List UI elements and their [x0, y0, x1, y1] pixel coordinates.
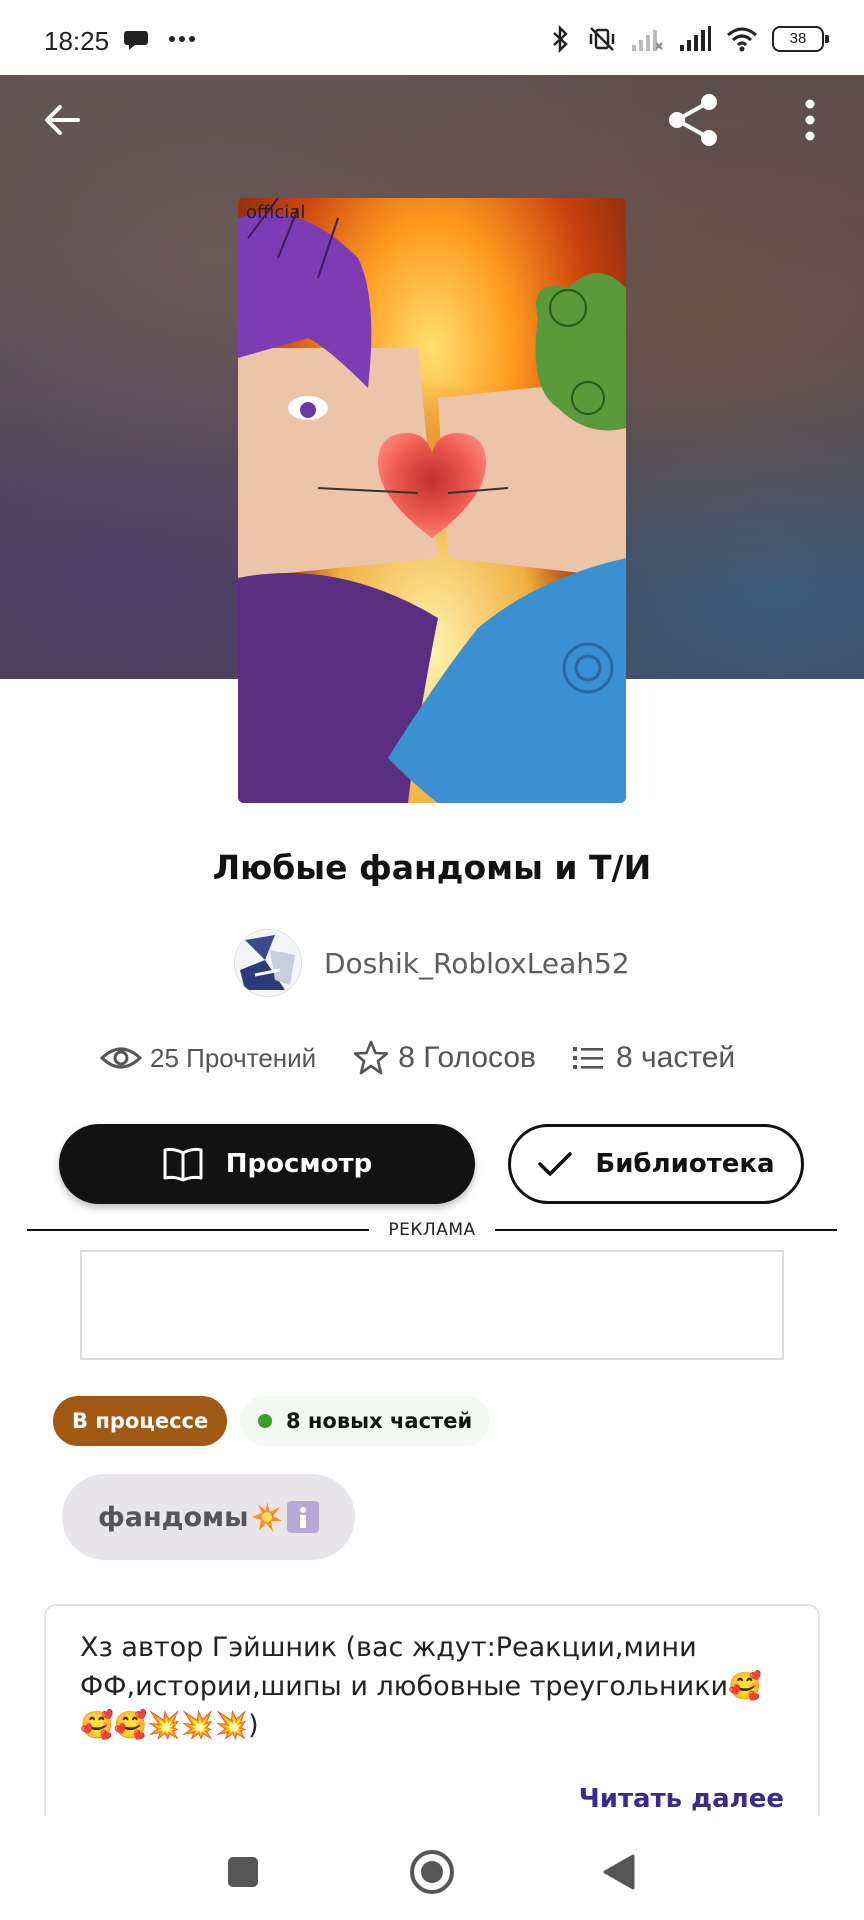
- parts-count: 8 частей: [616, 1041, 736, 1074]
- back-button[interactable]: [34, 92, 90, 148]
- new-parts-badge: 8 новых частей: [240, 1396, 491, 1446]
- read-more-link[interactable]: Читать далее: [579, 1784, 784, 1814]
- new-dot-icon: [258, 1414, 272, 1428]
- home-circle-icon: [410, 1850, 454, 1894]
- recents-button[interactable]: [213, 1842, 273, 1902]
- tag-chip[interactable]: фандомы: [62, 1474, 355, 1560]
- triangle-back-icon: [603, 1854, 635, 1890]
- reads-stat: 25 Прочтений: [100, 1043, 316, 1074]
- author-avatar[interactable]: [234, 929, 302, 997]
- story-title: Любые фандомы и Т/И: [212, 848, 652, 887]
- story-stats: 25 Прочтений 8 Голосов 8 частей: [100, 1030, 771, 1086]
- system-nav-bar: [0, 1816, 864, 1920]
- share-icon: [669, 94, 717, 146]
- star-icon: [353, 1040, 389, 1075]
- description-card: Хз автор Гэйшник (вас ждут:Реакции,мини …: [44, 1604, 820, 1820]
- book-icon: [163, 1147, 203, 1182]
- votes-stat: 8 Голосов: [352, 1039, 536, 1077]
- cover-illustration: official: [238, 198, 626, 803]
- reads-count: 25 Прочтений: [150, 1042, 317, 1073]
- share-button[interactable]: [666, 92, 722, 148]
- information-emoji-icon: [286, 1501, 319, 1533]
- library-button[interactable]: Библиотека: [508, 1124, 804, 1204]
- story-cover[interactable]: official: [238, 198, 626, 803]
- arrow-left-icon: [45, 105, 80, 135]
- eye-icon: [100, 1047, 142, 1069]
- more-vertical-icon: [805, 99, 815, 141]
- status-badge: В процессе: [53, 1396, 228, 1446]
- wifi-icon: [727, 27, 757, 52]
- vibrate-off-icon: [589, 27, 615, 51]
- parts-stat: 8 частей: [572, 1041, 735, 1075]
- home-button[interactable]: [402, 1842, 462, 1902]
- more-dots-icon: [168, 36, 195, 42]
- status-time: 18:25: [44, 26, 110, 56]
- square-icon: [228, 1857, 258, 1887]
- votes-count: 8 Голосов: [398, 1041, 536, 1074]
- ad-container[interactable]: [80, 1250, 784, 1360]
- status-left-icons: [123, 24, 197, 52]
- checkmark-icon: [538, 1152, 573, 1176]
- more-options-button[interactable]: [782, 92, 838, 148]
- cover-watermark: official: [246, 202, 305, 223]
- author-name[interactable]: Doshik_RobloxLeah52: [324, 947, 630, 980]
- signal-strong-icon: [680, 26, 711, 51]
- collision-emoji-icon: [251, 1501, 283, 1533]
- library-button-label: Библиотека: [595, 1149, 775, 1179]
- description-text: Хз автор Гэйшник (вас ждут:Реакции,мини …: [80, 1632, 762, 1741]
- battery-indicator: 38: [772, 26, 829, 52]
- status-bar: 18:25 38: [0, 0, 864, 75]
- list-icon: [573, 1047, 603, 1069]
- signal-weak-icon: [632, 30, 663, 51]
- back-nav-button[interactable]: [588, 1842, 648, 1902]
- chat-bubble-icon: [124, 31, 148, 50]
- bluetooth-icon: [553, 25, 568, 53]
- ad-label: РЕКЛАМА: [388, 1220, 476, 1240]
- view-button[interactable]: Просмотр: [59, 1124, 475, 1204]
- view-button-label: Просмотр: [225, 1149, 373, 1179]
- ad-divider-left: [27, 1229, 369, 1231]
- tag-label: фандомы: [98, 1501, 249, 1533]
- new-parts-label: 8 новых частей: [286, 1409, 473, 1433]
- ad-divider-right: [495, 1229, 837, 1231]
- author-row[interactable]: Doshik_RobloxLeah52: [234, 928, 630, 998]
